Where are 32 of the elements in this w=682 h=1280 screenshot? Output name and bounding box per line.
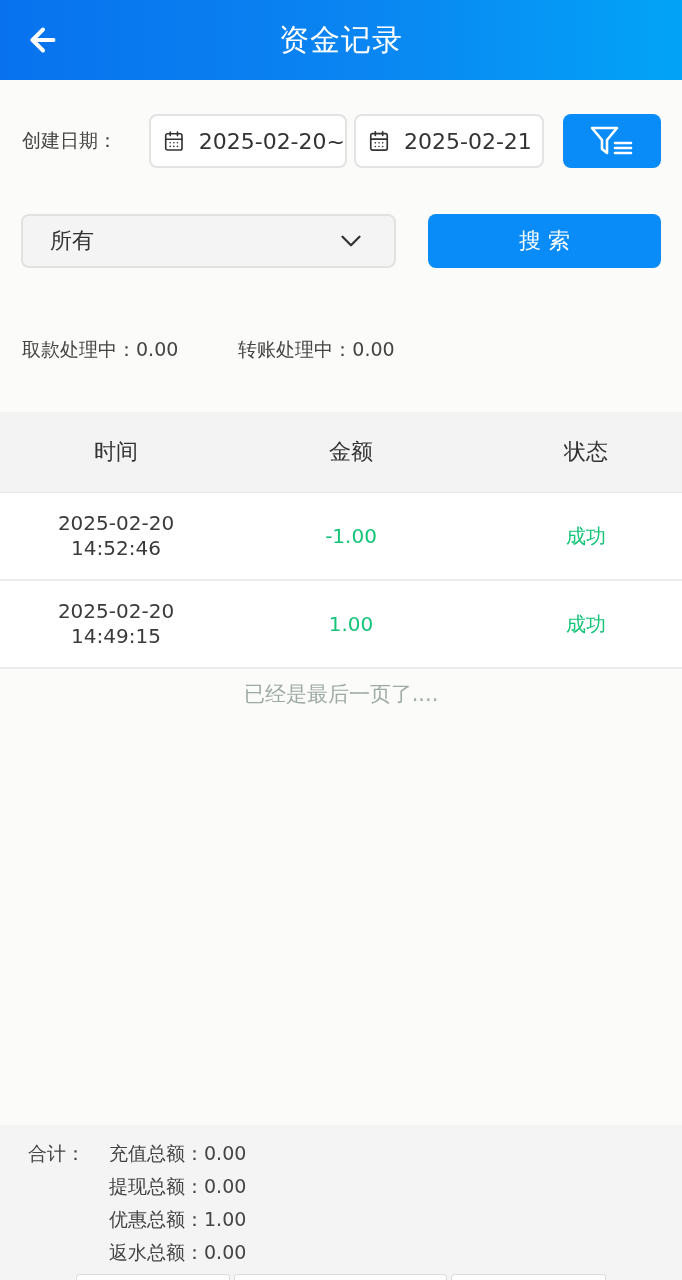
end-date-value: 2025-02-21 bbox=[404, 128, 532, 154]
datetime-cell: 2025-02-20 14:49:15 bbox=[57, 599, 175, 649]
total-amount: 充值总额：0.00 bbox=[109, 1141, 247, 1166]
start-date-field[interactable]: 2025-02-20~ bbox=[149, 114, 347, 168]
page-title: 资金记录 bbox=[279, 20, 403, 59]
datetime-cell: 2025-02-20 14:52:46 bbox=[57, 511, 175, 561]
partly-hidden-button[interactable] bbox=[76, 1274, 230, 1280]
type-select[interactable]: 所有 bbox=[21, 214, 396, 268]
total-amount: 提现总额：0.00 bbox=[109, 1174, 247, 1199]
total-amount: 优惠总额：1.00 bbox=[109, 1207, 247, 1232]
status-cell: 成功 bbox=[566, 610, 606, 638]
filter-button[interactable] bbox=[563, 114, 661, 168]
column-header: 时间 bbox=[94, 438, 138, 466]
partly-hidden-button[interactable] bbox=[451, 1274, 606, 1280]
pending-amount: 取款处理中：0.00 bbox=[22, 337, 179, 362]
amount-cell: 1.00 bbox=[328, 612, 374, 636]
end-date-field[interactable]: 2025-02-21 bbox=[354, 114, 544, 168]
calendar-icon bbox=[368, 130, 390, 152]
calendar-icon bbox=[163, 130, 185, 152]
total-amount: 返水总额：0.00 bbox=[109, 1240, 247, 1265]
date-label: 创建日期： bbox=[22, 128, 118, 153]
end-of-list-note: 已经是最后一页了.... bbox=[243, 681, 439, 708]
totals-label: 合计： bbox=[28, 1141, 85, 1166]
status-cell: 成功 bbox=[566, 522, 606, 550]
pending-amount: 转账处理中：0.00 bbox=[238, 337, 395, 362]
amount-cell: -1.00 bbox=[325, 524, 377, 548]
start-date-value: 2025-02-20~ bbox=[198, 128, 345, 154]
column-header: 金额 bbox=[329, 438, 373, 466]
filter-icon bbox=[590, 126, 634, 156]
column-header: 状态 bbox=[564, 438, 608, 466]
partly-hidden-button[interactable] bbox=[234, 1274, 447, 1280]
select-value: 所有 bbox=[50, 227, 94, 255]
